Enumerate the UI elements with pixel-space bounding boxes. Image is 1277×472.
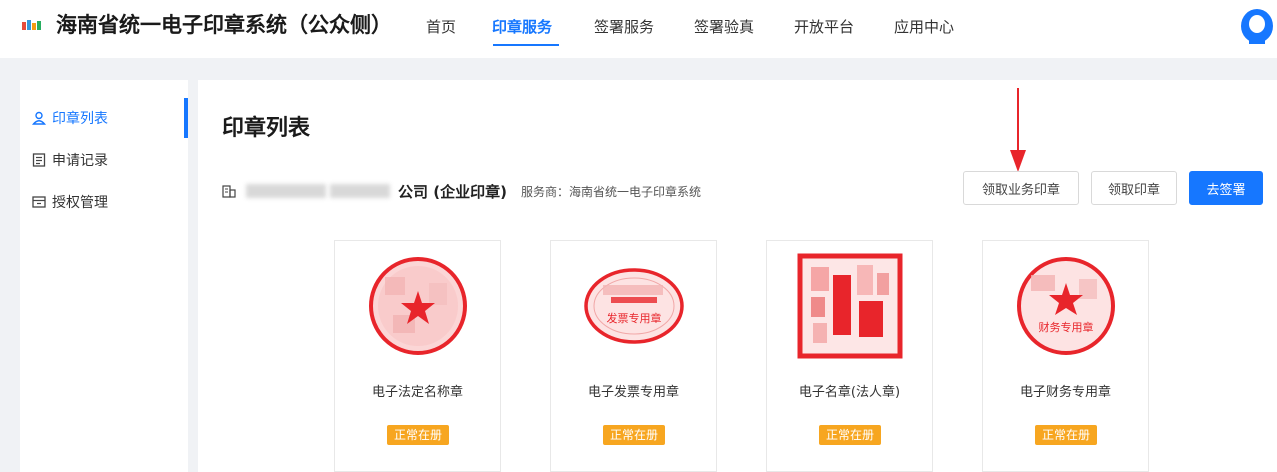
user-icon [32, 111, 46, 125]
seal-card[interactable]: 财务专用章 电子财务专用章 正常在册 [982, 240, 1149, 472]
status-badge: 正常在册 [1035, 425, 1097, 445]
seal-name: 电子名章(法人章) [798, 385, 901, 400]
top-navigation-bar: 海南省统一电子印章系统（公众侧） 首页 印章服务 签署服务 签署验真 开放平台 … [0, 0, 1277, 58]
nav-item-signing-service[interactable]: 签署服务 [594, 16, 654, 37]
document-list-icon [32, 153, 46, 167]
invoice-seal-image: 发票专用章 [584, 268, 684, 344]
main-content: 印章列表 公司 (企业印章) 服务商：海南省统一电子印章系统 领取业务印章 领取… [198, 80, 1277, 472]
authorization-icon [32, 196, 46, 208]
nav-item-signing-verify[interactable]: 签署验真 [694, 16, 754, 37]
building-icon [222, 185, 236, 198]
get-seal-button[interactable]: 领取印章 [1091, 171, 1177, 205]
sidebar-item-seal-list[interactable]: 印章列表 [20, 98, 188, 138]
app-logo-icon [22, 20, 41, 30]
seal-name: 电子发票专用章 [587, 385, 679, 400]
finance-seal-image: 财务专用章 [1017, 257, 1115, 355]
sidebar-item-label: 申请记录 [52, 153, 108, 169]
nav-item-seal-service[interactable]: 印章服务 [492, 16, 552, 37]
legal-name-seal-image [369, 257, 467, 355]
get-business-seal-button[interactable]: 领取业务印章 [963, 171, 1079, 205]
sidebar-item-label: 授权管理 [52, 195, 108, 211]
status-badge: 正常在册 [819, 425, 881, 445]
company-name: 公司 (企业印章) [398, 182, 507, 201]
status-badge: 正常在册 [603, 425, 665, 445]
redacted-company-name [330, 184, 390, 198]
legal-person-seal-image [797, 253, 903, 359]
sidebar-item-authorization[interactable]: 授权管理 [20, 182, 188, 222]
nav-item-home[interactable]: 首页 [426, 16, 456, 37]
page-title: 印章列表 [222, 116, 311, 141]
go-sign-button[interactable]: 去签署 [1189, 171, 1263, 205]
nav-item-open-platform[interactable]: 开放平台 [794, 16, 854, 37]
seal-name: 电子财务专用章 [1019, 385, 1111, 400]
company-info: 公司 (企业印章) 服务商：海南省统一电子印章系统 [222, 178, 701, 204]
sidebar: 印章列表 申请记录 授权管理 [20, 80, 188, 472]
sidebar-item-application-records[interactable]: 申请记录 [20, 140, 188, 180]
seal-card[interactable]: 电子法定名称章 正常在册 [334, 240, 501, 472]
user-avatar-icon[interactable] [1240, 8, 1274, 44]
seal-card[interactable]: 发票专用章 电子发票专用章 正常在册 [550, 240, 717, 472]
service-provider: 服务商：海南省统一电子印章系统 [520, 184, 701, 199]
app-title: 海南省统一电子印章系统（公众侧） [56, 13, 392, 37]
redacted-company-name [246, 184, 326, 198]
seal-text: 发票专用章 [607, 311, 662, 325]
seal-name: 电子法定名称章 [371, 385, 463, 400]
red-arrow-annotation-icon [1010, 88, 1026, 172]
seal-text: 财务专用章 [1039, 320, 1094, 334]
seal-card[interactable]: 电子名章(法人章) 正常在册 [766, 240, 933, 472]
sidebar-item-label: 印章列表 [52, 111, 108, 127]
nav-item-app-center[interactable]: 应用中心 [894, 16, 954, 37]
status-badge: 正常在册 [387, 425, 449, 445]
active-nav-indicator [493, 44, 559, 46]
